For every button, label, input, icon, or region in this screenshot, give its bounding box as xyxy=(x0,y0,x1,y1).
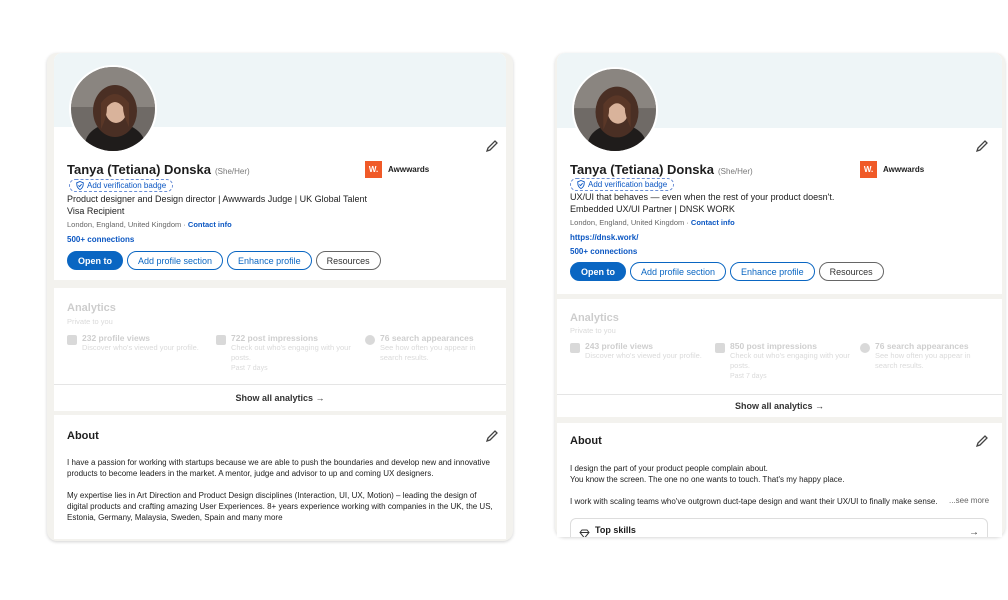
pronouns: (She/Her) xyxy=(215,167,250,176)
intro-section: Tanya (Tetiana) Donska (She/Her) W. Awww… xyxy=(557,53,1002,294)
enhance-profile-button[interactable]: Enhance profile xyxy=(730,262,815,281)
name-row: Tanya (Tetiana) Donska (She/Her) xyxy=(67,162,250,177)
stat-search-appearances[interactable]: 76 search appearances See how often you a… xyxy=(860,341,995,371)
avatar[interactable] xyxy=(69,65,157,153)
profile-actions: Open to Add profile section Enhance prof… xyxy=(67,251,381,270)
add-profile-section-button[interactable]: Add profile section xyxy=(630,262,727,281)
open-to-button[interactable]: Open to xyxy=(570,262,626,281)
verification-badge-label: Add verification badge xyxy=(588,180,668,189)
stat-desc: Check out who's engaging with your posts… xyxy=(730,351,850,370)
location: London, England, United Kingdom · xyxy=(67,220,188,229)
website-link[interactable]: https://dnsk.work/ xyxy=(570,233,638,242)
show-all-analytics-link[interactable]: Show all analytics → xyxy=(54,393,506,403)
verification-badge-label: Add verification badge xyxy=(87,181,167,190)
top-skills-title: Top skills xyxy=(595,525,636,535)
stat-search-appearances[interactable]: 76 search appearances See how often you a… xyxy=(365,333,500,363)
about-title: About xyxy=(570,435,602,447)
headline: Product designer and Design director | A… xyxy=(67,194,368,216)
bar-chart-icon xyxy=(715,343,725,353)
contact-info-link[interactable]: Contact info xyxy=(188,220,232,229)
stat-title: 850 post impressions xyxy=(730,341,817,351)
pronouns: (She/Her) xyxy=(718,167,753,176)
stat-post-impressions[interactable]: 722 post impressions Check out who's enga… xyxy=(216,333,351,372)
about-paragraph: I work with scaling teams who've outgrow… xyxy=(570,497,938,506)
name-row: Tanya (Tetiana) Donska (She/Her) xyxy=(570,162,753,177)
shield-check-icon xyxy=(577,180,585,189)
stat-desc: See how often you appear in search resul… xyxy=(380,343,476,362)
stat-profile-views[interactable]: 232 profile views Discover who's viewed y… xyxy=(67,333,202,353)
stat-title: 722 post impressions xyxy=(231,333,318,343)
company-logo: W. xyxy=(365,161,382,178)
search-icon xyxy=(365,335,375,345)
add-profile-section-button[interactable]: Add profile section xyxy=(127,251,224,270)
resources-button[interactable]: Resources xyxy=(818,262,884,281)
avatar[interactable] xyxy=(572,67,658,153)
profile-actions: Open to Add profile section Enhance prof… xyxy=(570,262,884,281)
search-icon xyxy=(860,343,870,353)
stat-desc: See how often you appear in search resul… xyxy=(875,351,971,370)
stat-desc: Check out who's engaging with your posts… xyxy=(231,343,351,362)
stat-title: 232 profile views xyxy=(82,333,151,343)
people-icon xyxy=(67,335,77,345)
about-section: About I have a passion for working with … xyxy=(54,415,506,539)
stat-title: 243 profile views xyxy=(585,341,654,351)
profile-card-after: Tanya (Tetiana) Donska (She/Her) W. Awww… xyxy=(555,53,1005,537)
stat-title: 76 search appearances xyxy=(875,341,969,351)
connections-link[interactable]: 500+ connections xyxy=(67,235,134,244)
analytics-title: Analytics xyxy=(570,312,619,324)
contact-info-link[interactable]: Contact info xyxy=(691,218,735,227)
analytics-title: Analytics xyxy=(67,302,116,314)
open-to-button[interactable]: Open to xyxy=(67,251,123,270)
stat-desc: Discover who's viewed your profile. xyxy=(82,343,199,352)
analytics-section: Analytics Private to you 232 profile vie… xyxy=(54,288,506,411)
analytics-private: Private to you xyxy=(67,317,113,326)
divider xyxy=(557,394,1002,395)
stat-post-impressions[interactable]: 850 post impressions Check out who's enga… xyxy=(715,341,850,380)
current-company[interactable]: W. Awwwards xyxy=(365,161,429,178)
bar-chart-icon xyxy=(216,335,226,345)
analytics-section: Analytics Private to you 243 profile vie… xyxy=(557,299,1002,417)
show-all-analytics-link[interactable]: Show all analytics → xyxy=(557,401,1002,411)
current-company[interactable]: W. Awwwards xyxy=(860,161,924,178)
edit-intro-icon[interactable] xyxy=(485,139,499,153)
stat-desc: Discover who's viewed your profile. xyxy=(585,351,702,360)
stat-title: 76 search appearances xyxy=(380,333,474,343)
about-paragraph: You know the screen. The one no one want… xyxy=(570,475,845,484)
stat-note: Past 7 days xyxy=(231,365,268,372)
add-verification-badge[interactable]: Add verification badge xyxy=(570,178,675,191)
about-title: About xyxy=(67,430,99,442)
edit-about-icon[interactable] xyxy=(975,434,989,448)
see-more-link[interactable]: ...see more xyxy=(949,496,989,505)
about-section: About I design the part of your product … xyxy=(557,423,1002,537)
location-row: London, England, United Kingdom · Contac… xyxy=(67,220,232,229)
profile-card-before: Tanya (Tetiana) Donska (She/Her) W. Awww… xyxy=(47,53,513,541)
top-skills-card[interactable]: Top skills → xyxy=(570,518,988,537)
connections-link[interactable]: 500+ connections xyxy=(570,247,637,256)
edit-about-icon[interactable] xyxy=(485,429,499,443)
arrow-right-icon[interactable]: → xyxy=(969,527,979,537)
enhance-profile-button[interactable]: Enhance profile xyxy=(227,251,312,270)
shield-check-icon xyxy=(76,181,84,190)
diamond-icon xyxy=(579,526,590,537)
location: London, England, United Kingdom · xyxy=(570,218,691,227)
edit-intro-icon[interactable] xyxy=(975,139,989,153)
location-row: London, England, United Kingdom · Contac… xyxy=(570,218,735,227)
profile-name: Tanya (Tetiana) Donska xyxy=(570,162,714,177)
about-paragraph: I design the part of your product people… xyxy=(570,464,768,473)
divider xyxy=(54,384,506,385)
resources-button[interactable]: Resources xyxy=(315,251,381,270)
intro-section: Tanya (Tetiana) Donska (She/Her) W. Awww… xyxy=(54,53,506,280)
stat-profile-views[interactable]: 243 profile views Discover who's viewed y… xyxy=(570,341,705,361)
profile-name: Tanya (Tetiana) Donska xyxy=(67,162,211,177)
about-paragraph: My expertise lies in Art Direction and P… xyxy=(67,491,493,522)
company-logo: W. xyxy=(860,161,877,178)
company-name: Awwwards xyxy=(883,165,925,174)
add-verification-badge[interactable]: Add verification badge xyxy=(69,179,174,192)
headline: UX/UI that behaves — even when the rest … xyxy=(570,192,835,214)
about-paragraph: I have a passion for working with startu… xyxy=(67,458,490,478)
people-icon xyxy=(570,343,580,353)
analytics-private: Private to you xyxy=(570,326,616,335)
stat-note: Past 7 days xyxy=(730,373,767,380)
company-name: Awwwards xyxy=(388,165,430,174)
